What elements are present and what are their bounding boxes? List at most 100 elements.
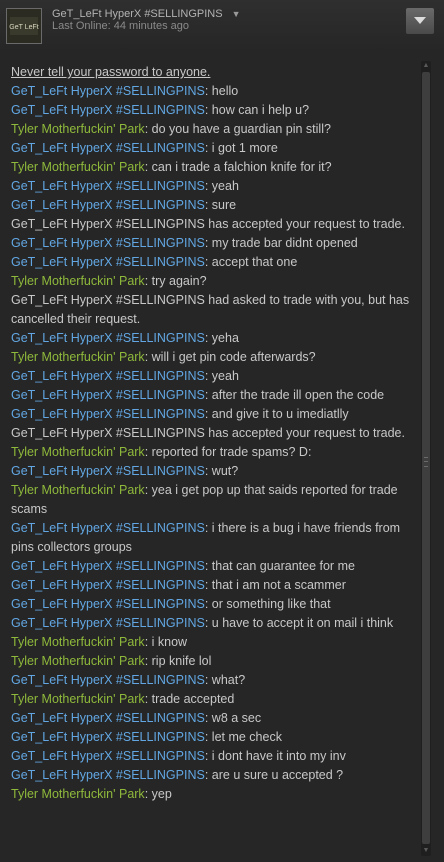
message-text: : that i am not a scammer	[204, 578, 346, 592]
system-message: GeT_LeFt HyperX #SELLINGPINS has accepte…	[11, 426, 405, 440]
message-text: : how can i help u?	[204, 103, 310, 117]
chat-message: Tyler Motherfuckin' Park: will i get pin…	[11, 348, 411, 367]
friend-name-label: GeT_LeFt HyperX #SELLINGPINS	[52, 8, 223, 20]
sender-name[interactable]: GeT_LeFt HyperX #SELLINGPINS	[11, 141, 205, 155]
sender-name[interactable]: GeT_LeFt HyperX #SELLINGPINS	[11, 578, 205, 592]
system-message: GeT_LeFt HyperX #SELLINGPINS had asked t…	[11, 293, 410, 326]
caret-down-icon[interactable]: ▼	[232, 9, 241, 19]
sender-name[interactable]: Tyler Motherfuckin' Park	[11, 274, 145, 288]
sender-name[interactable]: GeT_LeFt HyperX #SELLINGPINS	[11, 103, 205, 117]
sender-name[interactable]: Tyler Motherfuckin' Park	[11, 122, 145, 136]
menu-button[interactable]	[406, 8, 434, 34]
message-text: : yep	[144, 787, 172, 801]
message-text: : i dont have it into my inv	[204, 749, 346, 763]
message-text: : accept that one	[204, 255, 298, 269]
sender-name[interactable]: GeT_LeFt HyperX #SELLINGPINS	[11, 616, 205, 630]
sender-name[interactable]: GeT_LeFt HyperX #SELLINGPINS	[11, 179, 205, 193]
chat-message: GeT_LeFt HyperX #SELLINGPINS: i dont hav…	[11, 747, 411, 766]
sender-name[interactable]: GeT_LeFt HyperX #SELLINGPINS	[11, 749, 205, 763]
avatar-image: GeT LeFt	[7, 9, 41, 43]
message-text: : after the trade ill open the code	[204, 388, 385, 402]
message-text: : and give it to u imediatlly	[204, 407, 349, 421]
avatar[interactable]: GeT LeFt	[6, 8, 42, 44]
sender-name[interactable]: GeT_LeFt HyperX #SELLINGPINS	[11, 388, 205, 402]
message-text: : do you have a guardian pin still?	[144, 122, 331, 136]
sender-name[interactable]: GeT_LeFt HyperX #SELLINGPINS	[11, 730, 205, 744]
message-text: : let me check	[204, 730, 282, 744]
scrollbar[interactable]: ▲ ▼	[421, 61, 431, 856]
sender-name[interactable]: GeT_LeFt HyperX #SELLINGPINS	[11, 198, 205, 212]
sender-name[interactable]: GeT_LeFt HyperX #SELLINGPINS	[11, 464, 205, 478]
friend-name[interactable]: GeT_LeFt HyperX #SELLINGPINS ▼	[52, 8, 241, 20]
sender-name[interactable]: Tyler Motherfuckin' Park	[11, 350, 145, 364]
scroll-up-icon[interactable]: ▲	[422, 62, 430, 70]
chat-message: GeT_LeFt HyperX #SELLINGPINS: i there is…	[11, 519, 411, 557]
sender-name[interactable]: Tyler Motherfuckin' Park	[11, 635, 145, 649]
sender-name[interactable]: Tyler Motherfuckin' Park	[11, 483, 145, 497]
sender-name[interactable]: GeT_LeFt HyperX #SELLINGPINS	[11, 331, 205, 345]
chat-message: Tyler Motherfuckin' Park: try again?	[11, 272, 411, 291]
message-text: : what?	[204, 673, 246, 687]
chat-message: Tyler Motherfuckin' Park: reported for t…	[11, 443, 411, 462]
chat-message: GeT_LeFt HyperX #SELLINGPINS: sure	[11, 196, 411, 215]
sender-name[interactable]: Tyler Motherfuckin' Park	[11, 692, 145, 706]
message-text: : reported for trade spams? D:	[144, 445, 312, 459]
sender-name[interactable]: GeT_LeFt HyperX #SELLINGPINS	[11, 407, 205, 421]
sender-name[interactable]: GeT_LeFt HyperX #SELLINGPINS	[11, 255, 205, 269]
chat-message: GeT_LeFt HyperX #SELLINGPINS: are u sure…	[11, 766, 411, 785]
message-text: : trade accepted	[144, 692, 235, 706]
sender-name[interactable]: Tyler Motherfuckin' Park	[11, 787, 145, 801]
message-text: : rip knife lol	[144, 654, 212, 668]
message-text: : that can guarantee for me	[204, 559, 355, 573]
scroll-down-icon[interactable]: ▼	[422, 847, 430, 855]
chat-message: GeT_LeFt HyperX #SELLINGPINS: hello	[11, 82, 411, 101]
message-text: : can i trade a falchion knife for it?	[144, 160, 332, 174]
sender-name[interactable]: GeT_LeFt HyperX #SELLINGPINS	[11, 711, 205, 725]
sender-name[interactable]: GeT_LeFt HyperX #SELLINGPINS	[11, 84, 205, 98]
message-text: : are u sure u accepted ?	[204, 768, 344, 782]
chat-message: GeT_LeFt HyperX #SELLINGPINS: yeah	[11, 177, 411, 196]
grip-icon	[424, 457, 428, 467]
message-text: : or something like that	[204, 597, 331, 611]
sender-name[interactable]: GeT_LeFt HyperX #SELLINGPINS	[11, 768, 205, 782]
sender-name[interactable]: GeT_LeFt HyperX #SELLINGPINS	[11, 673, 205, 687]
sender-name[interactable]: Tyler Motherfuckin' Park	[11, 445, 145, 459]
sender-name[interactable]: Tyler Motherfuckin' Park	[11, 654, 145, 668]
chat-message: GeT_LeFt HyperX #SELLINGPINS: yeah	[11, 367, 411, 386]
message-text: : i know	[144, 635, 188, 649]
sender-name[interactable]: GeT_LeFt HyperX #SELLINGPINS	[11, 236, 205, 250]
chat-message: GeT_LeFt HyperX #SELLINGPINS: and give i…	[11, 405, 411, 424]
message-text: : i got 1 more	[204, 141, 278, 155]
chat-log: Never tell your password to anyone. GeT_…	[11, 63, 411, 804]
password-warning: Never tell your password to anyone.	[11, 65, 211, 79]
chat-message: Tyler Motherfuckin' Park: yep	[11, 785, 411, 804]
chat-header: GeT LeFt GeT_LeFt HyperX #SELLINGPINS ▼ …	[0, 0, 444, 52]
message-text: : yeah	[204, 369, 239, 383]
message-text: : will i get pin code afterwards?	[144, 350, 316, 364]
sender-name[interactable]: GeT_LeFt HyperX #SELLINGPINS	[11, 559, 205, 573]
chat-message: GeT_LeFt HyperX #SELLINGPINS: w8 a sec	[11, 709, 411, 728]
chat-message: Tyler Motherfuckin' Park: can i trade a …	[11, 158, 411, 177]
chat-message: GeT_LeFt HyperX #SELLINGPINS: wut?	[11, 462, 411, 481]
chat-message: GeT_LeFt HyperX #SELLINGPINS: let me che…	[11, 728, 411, 747]
chat-message: GeT_LeFt HyperX #SELLINGPINS: i got 1 mo…	[11, 139, 411, 158]
message-text: : yeha	[204, 331, 239, 345]
chat-message: Tyler Motherfuckin' Park: do you have a …	[11, 120, 411, 139]
avatar-text: GeT LeFt	[9, 24, 38, 31]
sender-name[interactable]: GeT_LeFt HyperX #SELLINGPINS	[11, 369, 205, 383]
chat-message: GeT_LeFt HyperX #SELLINGPINS: u have to …	[11, 614, 411, 633]
chat-message: GeT_LeFt HyperX #SELLINGPINS: or somethi…	[11, 595, 411, 614]
sender-name[interactable]: Tyler Motherfuckin' Park	[11, 160, 145, 174]
message-text: : yeah	[204, 179, 239, 193]
chat-message: Tyler Motherfuckin' Park: rip knife lol	[11, 652, 411, 671]
chat-message: GeT_LeFt HyperX #SELLINGPINS: accept tha…	[11, 253, 411, 272]
scrollbar-thumb[interactable]	[422, 72, 430, 844]
chat-message: Tyler Motherfuckin' Park: trade accepted	[11, 690, 411, 709]
chat-message: GeT_LeFt HyperX #SELLINGPINS: my trade b…	[11, 234, 411, 253]
message-text: : u have to accept it on mail i think	[204, 616, 394, 630]
sender-name[interactable]: GeT_LeFt HyperX #SELLINGPINS	[11, 597, 205, 611]
message-text: : try again?	[144, 274, 207, 288]
message-text: : sure	[204, 198, 237, 212]
sender-name[interactable]: GeT_LeFt HyperX #SELLINGPINS	[11, 521, 205, 535]
last-online-status: Last Online: 44 minutes ago	[52, 20, 189, 32]
